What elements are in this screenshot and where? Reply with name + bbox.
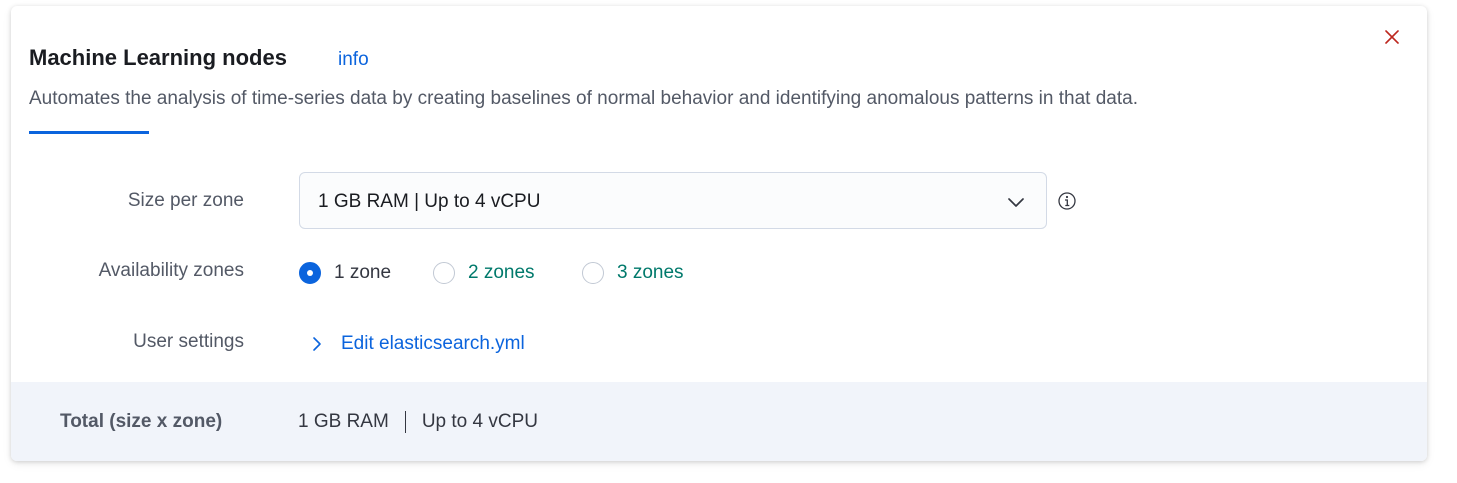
radio-1-zone[interactable]: 1 zone [299,261,391,285]
radio-2-zones[interactable]: 2 zones [433,261,535,285]
radio-label: 2 zones [468,262,535,283]
chevron-down-icon [1008,198,1024,207]
panel-title: Machine Learning nodes [29,45,287,70]
total-label: Total (size x zone) [60,411,223,432]
user-settings-label: User settings [133,331,244,352]
size-per-zone-select[interactable]: 1 GB RAM | Up to 4 vCPU [299,172,1047,229]
radio-label: 1 zone [334,262,392,283]
close-icon [1385,30,1399,44]
total-footer: Total (size x zone) 1 GB RAM Up to 4 vCP… [11,382,1427,461]
edit-elasticsearch-yml-link[interactable]: Edit elasticsearch.yml [310,332,525,356]
close-button[interactable] [1380,25,1404,49]
total-values: 1 GB RAM Up to 4 vCPU [298,410,538,434]
separator [404,411,406,433]
info-link[interactable]: info [338,48,369,72]
chevron-right-icon [313,337,321,351]
title-underline [29,131,149,134]
radio-label: 3 zones [617,262,684,283]
size-per-zone-label: Size per zone [127,190,244,211]
ml-nodes-panel: Machine Learning nodes info Automates th… [11,6,1427,461]
availability-zones-label: Availability zones [98,260,244,281]
size-per-zone-value: 1 GB RAM | Up to 4 vCPU [318,191,541,212]
info-circle-icon[interactable] [1057,191,1077,211]
panel-description: Automates the analysis of time-series da… [29,88,1138,109]
radio-button[interactable] [582,262,604,284]
total-ram: 1 GB RAM [298,411,389,432]
total-cpu: Up to 4 vCPU [421,411,538,432]
edit-link-text: Edit elasticsearch.yml [341,333,525,354]
radio-button[interactable] [433,262,455,284]
radio-button-checked[interactable] [299,262,321,284]
radio-3-zones[interactable]: 3 zones [582,261,684,285]
